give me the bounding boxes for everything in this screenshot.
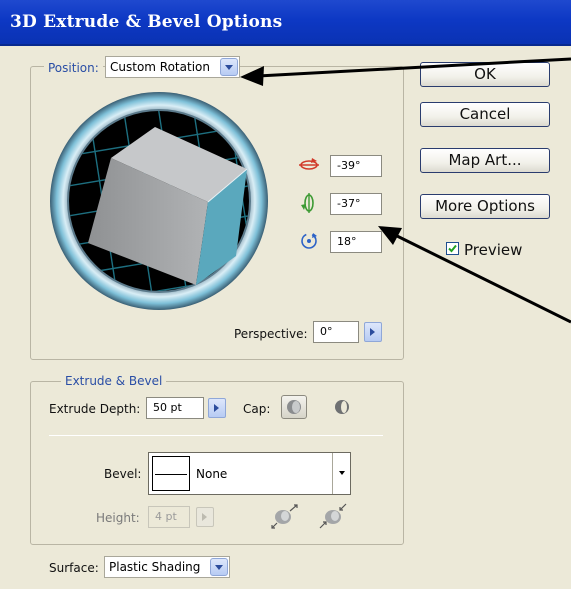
bevel-dropdown[interactable]: None: [148, 452, 351, 495]
chevron-down-icon[interactable]: [210, 558, 228, 576]
bevel-value: None: [196, 467, 228, 481]
height-slider-button[interactable]: [196, 507, 214, 527]
cap-label: Cap:: [243, 402, 271, 416]
bevel-dropdown-arrow[interactable]: [332, 453, 350, 494]
surface-label: Surface:: [49, 561, 99, 575]
height-label: Height:: [96, 511, 140, 525]
cap-on-icon: [287, 400, 301, 414]
cap-off-icon[interactable]: [330, 396, 354, 418]
bevel-extent-out-icon[interactable]: [270, 502, 300, 530]
extrude-depth-field[interactable]: 50 pt: [146, 397, 204, 419]
height-field[interactable]: 4 pt: [148, 506, 190, 528]
surface-dropdown-value: Plastic Shading: [109, 560, 201, 574]
bevel-label: Bevel:: [104, 467, 142, 481]
extrude-depth-label: Extrude Depth:: [49, 402, 141, 416]
extrude-bevel-legend: Extrude & Bevel: [61, 374, 167, 388]
cap-on-button[interactable]: [281, 395, 307, 419]
bevel-extent-in-icon[interactable]: [318, 502, 348, 530]
surface-dropdown[interactable]: Plastic Shading: [104, 556, 230, 578]
extrude-divider: [49, 435, 383, 436]
bevel-preview: [152, 456, 190, 491]
extrude-depth-slider-button[interactable]: [208, 398, 226, 418]
